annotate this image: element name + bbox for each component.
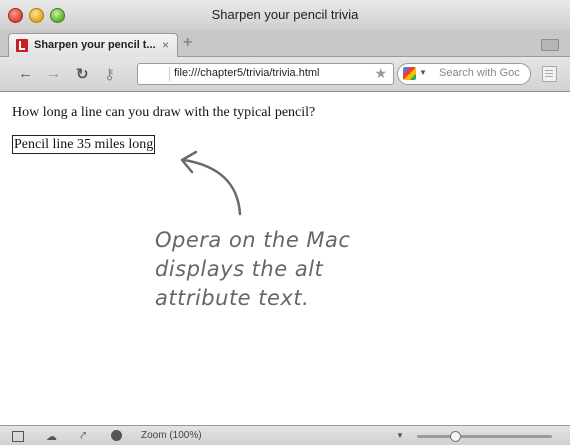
cloud-icon[interactable]: ☁ bbox=[46, 430, 57, 443]
site-info-icon[interactable] bbox=[141, 67, 170, 81]
status-bar: ☁ ⤤ Zoom (100%) ▼ bbox=[0, 425, 570, 445]
page-content: How long a line can you draw with the ty… bbox=[0, 92, 570, 425]
key-icon[interactable]: ⚷ bbox=[104, 65, 115, 83]
search-engine-icon[interactable] bbox=[403, 67, 416, 80]
annotation-line: displays the alt bbox=[155, 257, 324, 281]
back-icon[interactable]: ← bbox=[18, 65, 33, 82]
search-input[interactable]: Search with Goc bbox=[439, 67, 520, 79]
sidebar-icon[interactable] bbox=[542, 66, 557, 82]
panel-toggle-icon[interactable] bbox=[12, 431, 24, 442]
browser-window: Sharpen your pencil trivia Sharpen your … bbox=[0, 0, 570, 445]
forward-icon[interactable]: → bbox=[46, 65, 61, 82]
zoom-label: Zoom (100%) bbox=[141, 430, 202, 441]
zoom-dropdown-icon[interactable]: ▼ bbox=[396, 431, 404, 440]
zoom-slider[interactable] bbox=[417, 431, 552, 442]
address-text[interactable]: file:///chapter5/trivia/trivia.html bbox=[174, 67, 320, 79]
turbo-icon[interactable] bbox=[111, 430, 122, 441]
annotation-line: Opera on the Mac bbox=[155, 228, 351, 252]
tab-trivia[interactable]: Sharpen your pencil t... × bbox=[8, 33, 178, 57]
image-alt-text: Pencil line 35 miles long bbox=[12, 135, 156, 154]
navigation-bar: ← → ↻ ⚷ file:///chapter5/trivia/trivia.h… bbox=[0, 57, 570, 92]
window-title: Sharpen your pencil trivia bbox=[211, 7, 359, 22]
tab-overview-icon[interactable] bbox=[541, 39, 559, 51]
new-tab-icon[interactable]: + bbox=[183, 34, 192, 52]
annotation-line: attribute text. bbox=[155, 286, 310, 310]
tab-label: Sharpen your pencil t... bbox=[34, 39, 156, 51]
annotation-arrow bbox=[180, 150, 242, 216]
tab-strip: Sharpen your pencil t... × + bbox=[0, 30, 570, 57]
search-engine-dropdown-icon[interactable]: ▼ bbox=[419, 68, 427, 77]
reload-icon[interactable]: ↻ bbox=[76, 65, 89, 83]
question-text: How long a line can you draw with the ty… bbox=[12, 105, 316, 120]
bookmark-star-icon[interactable]: ★ bbox=[374, 65, 387, 82]
search-bar[interactable]: ▼ Search with Goc bbox=[397, 63, 531, 85]
share-icon[interactable]: ⤤ bbox=[80, 430, 86, 443]
favicon-icon bbox=[16, 39, 28, 52]
zoom-slider-thumb[interactable] bbox=[449, 431, 461, 442]
address-bar[interactable]: file:///chapter5/trivia/trivia.html ★ bbox=[137, 63, 394, 85]
title-bar: Sharpen your pencil trivia bbox=[0, 0, 570, 30]
annotation-note: Opera on the Mac displays the alt attrib… bbox=[155, 226, 415, 313]
tab-close-icon[interactable]: × bbox=[162, 38, 169, 52]
